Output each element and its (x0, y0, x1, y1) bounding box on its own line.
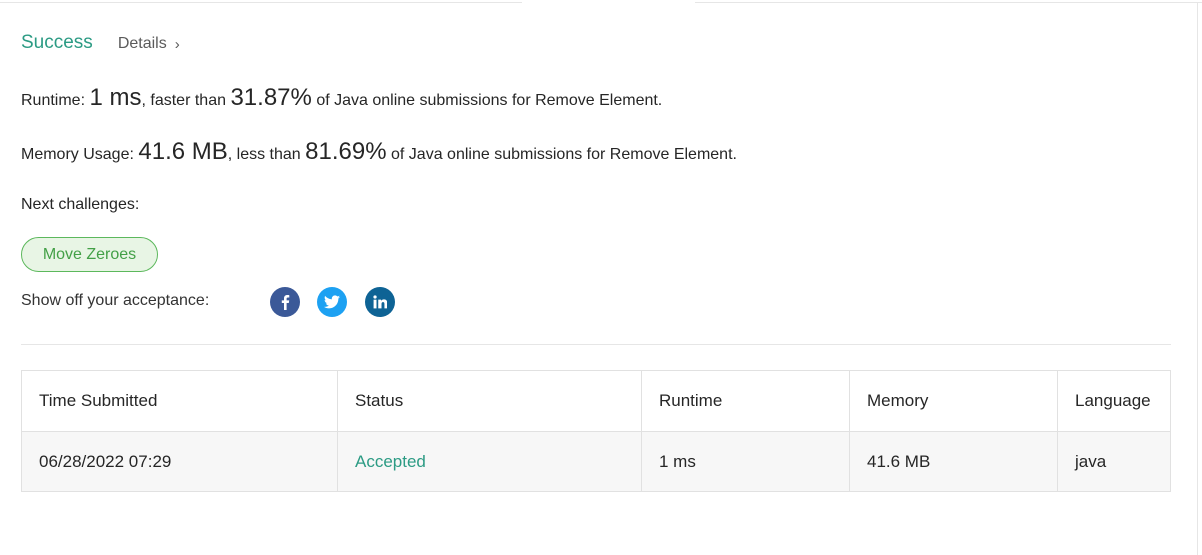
cell-runtime: 1 ms (641, 431, 850, 492)
runtime-percent: 31.87% (230, 84, 312, 111)
runtime-value: 1 ms (89, 84, 142, 111)
table-row: 06/28/2022 07:29 Accepted 1 ms 41.6 MB j… (21, 431, 1171, 492)
panel-right-border (1197, 3, 1198, 555)
column-header-memory: Memory (849, 370, 1058, 432)
cell-time-submitted: 06/28/2022 07:29 (21, 431, 338, 492)
column-header-status: Status (337, 370, 642, 432)
details-link-label: Details (117, 35, 167, 52)
submission-status-title: Success (21, 32, 93, 53)
linkedin-icon (373, 295, 387, 309)
twitter-share-button[interactable] (317, 287, 347, 317)
submissions-table: Time Submitted Status Runtime Memory Lan… (21, 370, 1171, 492)
facebook-share-button[interactable] (270, 287, 300, 317)
details-link[interactable]: Details › (118, 35, 180, 53)
runtime-label: Runtime: (21, 92, 86, 109)
tab-bar-border-right (695, 0, 1202, 3)
column-header-time-submitted: Time Submitted (21, 370, 338, 432)
runtime-suffix: of Java online submissions for Remove El… (316, 92, 663, 109)
result-header: Success Details › (21, 32, 180, 54)
memory-percent: 81.69% (305, 138, 387, 165)
chevron-right-icon: › (174, 35, 180, 53)
facebook-icon (281, 295, 290, 310)
tab-bar-border-left (0, 0, 522, 3)
memory-label: Memory Usage: (21, 146, 134, 163)
column-header-runtime: Runtime (641, 370, 850, 432)
challenge-tag-move-zeroes[interactable]: Move Zeroes (21, 237, 158, 272)
runtime-comparison-text: , faster than (141, 92, 227, 109)
memory-suffix: of Java online submissions for Remove El… (391, 146, 737, 163)
twitter-icon (324, 295, 340, 309)
submissions-table-body: 06/28/2022 07:29 Accepted 1 ms 41.6 MB j… (21, 431, 1171, 492)
memory-stat-line: Memory Usage: 41.6 MB, less than 81.69% … (21, 138, 737, 166)
cell-memory: 41.6 MB (849, 431, 1058, 492)
section-divider (21, 344, 1171, 345)
submissions-table-head: Time Submitted Status Runtime Memory Lan… (21, 370, 1171, 432)
cell-status-accepted-link[interactable]: Accepted (337, 431, 642, 492)
table-header-row: Time Submitted Status Runtime Memory Lan… (21, 370, 1171, 432)
runtime-stat-line: Runtime: 1 ms, faster than 31.87% of Jav… (21, 84, 662, 112)
cell-language: java (1057, 431, 1171, 492)
memory-value: 41.6 MB (138, 138, 228, 165)
next-challenges-label: Next challenges: (21, 196, 140, 213)
share-label: Show off your acceptance: (21, 292, 210, 309)
memory-comparison-text: , less than (227, 146, 301, 163)
column-header-language: Language (1057, 370, 1171, 432)
linkedin-share-button[interactable] (365, 287, 395, 317)
